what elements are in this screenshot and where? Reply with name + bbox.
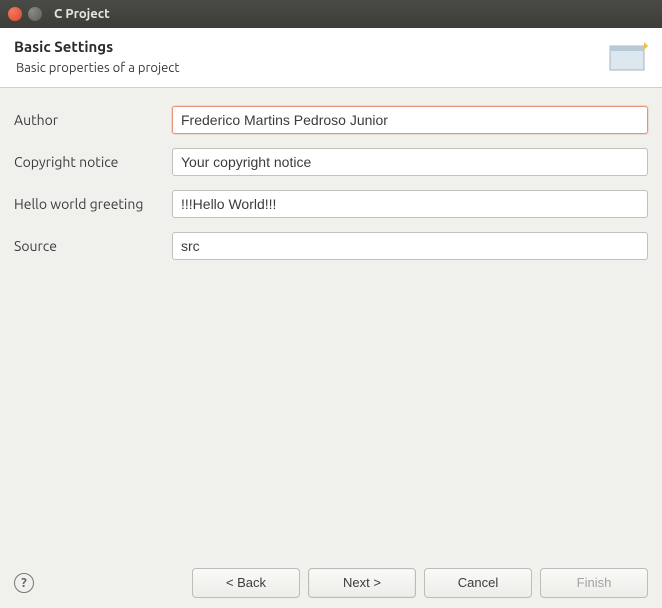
author-input[interactable] bbox=[172, 106, 648, 134]
page-title: Basic Settings bbox=[14, 38, 179, 55]
close-icon[interactable] bbox=[8, 7, 22, 21]
source-input[interactable] bbox=[172, 232, 648, 260]
window-title: C Project bbox=[54, 7, 110, 21]
form-row-author: Author bbox=[14, 106, 648, 134]
form-row-copyright: Copyright notice bbox=[14, 148, 648, 176]
finish-button: Finish bbox=[540, 568, 648, 598]
dialog-header: Basic Settings Basic properties of a pro… bbox=[0, 28, 662, 88]
copyright-input[interactable] bbox=[172, 148, 648, 176]
greeting-label: Hello world greeting bbox=[14, 196, 172, 212]
back-button[interactable]: < Back bbox=[192, 568, 300, 598]
minimize-icon[interactable] bbox=[28, 7, 42, 21]
author-label: Author bbox=[14, 112, 172, 128]
wizard-banner-icon bbox=[608, 40, 648, 74]
form-row-greeting: Hello world greeting bbox=[14, 190, 648, 218]
form-content: Author Copyright notice Hello world gree… bbox=[0, 88, 662, 556]
form-row-source: Source bbox=[14, 232, 648, 260]
header-text-block: Basic Settings Basic properties of a pro… bbox=[14, 38, 179, 75]
help-icon[interactable]: ? bbox=[14, 573, 34, 593]
page-subtitle: Basic properties of a project bbox=[16, 61, 179, 75]
dialog-footer: ? < Back Next > Cancel Finish bbox=[0, 556, 662, 608]
next-button[interactable]: Next > bbox=[308, 568, 416, 598]
copyright-label: Copyright notice bbox=[14, 154, 172, 170]
cancel-button[interactable]: Cancel bbox=[424, 568, 532, 598]
greeting-input[interactable] bbox=[172, 190, 648, 218]
source-label: Source bbox=[14, 238, 172, 254]
titlebar: C Project bbox=[0, 0, 662, 28]
